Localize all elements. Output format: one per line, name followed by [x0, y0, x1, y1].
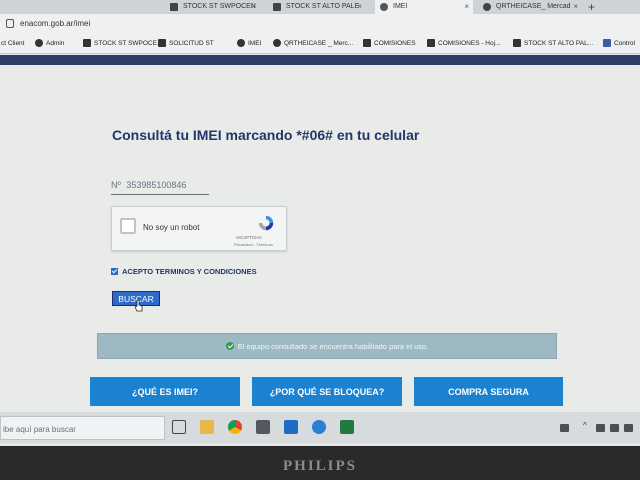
- hand-cursor-icon: [135, 300, 143, 312]
- close-icon[interactable]: ×: [573, 2, 578, 11]
- network-icon[interactable]: [596, 424, 605, 432]
- browser-tab-strip: STOCK ST SWPOCEN × STOCK ST ALTO PALE × …: [0, 0, 640, 14]
- imei-value[interactable]: 353985100846: [126, 180, 186, 190]
- sheets-icon: [513, 39, 521, 47]
- bookmark-comisiones[interactable]: COMISIONES: [363, 39, 416, 47]
- tab-stock-swpocen[interactable]: STOCK ST SWPOCEN ×: [165, 0, 260, 14]
- bookmarks-bar: ct Client Admin STOCK ST SWPOCE... SOLIC…: [0, 34, 640, 54]
- page-title: Consultá tu IMEI marcando *#06# en tu ce…: [112, 127, 420, 143]
- excel-icon[interactable]: [340, 420, 354, 434]
- safe-purchase-button[interactable]: COMPRA SEGURA: [414, 377, 563, 406]
- site-header-band: [0, 55, 640, 65]
- windows-taskbar: ibe aquí para buscar ^: [0, 412, 640, 443]
- url-text[interactable]: enacom.gob.ar/imei: [20, 19, 90, 28]
- file-explorer-icon[interactable]: [200, 420, 214, 434]
- sheets-icon: [170, 3, 178, 11]
- tab-qrtheicase[interactable]: QRTHEICASE_ Mercad ×: [478, 0, 582, 14]
- bookmark-stock-swpoce[interactable]: STOCK ST SWPOCE...: [83, 39, 162, 47]
- bookmark-admin[interactable]: Admin: [35, 39, 64, 47]
- monitor-brand-logo: PHILIPS: [282, 458, 357, 474]
- bookmark-qrtheicase[interactable]: QRTHEICASE _ Merc...: [273, 39, 353, 47]
- bookmark-control[interactable]: Control: [603, 39, 635, 47]
- chevron-up-icon[interactable]: ^: [583, 421, 592, 430]
- recaptcha-widget: No soy un robot reCAPTCHA Privacidad - T…: [111, 206, 287, 251]
- status-text: El equipo consultado se encuentra habili…: [237, 341, 429, 351]
- task-view-icon[interactable]: [172, 420, 186, 434]
- recaptcha-brand: reCAPTCHA: [236, 235, 262, 240]
- address-bar[interactable]: enacom.gob.ar/imei: [0, 14, 640, 34]
- volume-icon[interactable]: [610, 424, 619, 432]
- why-blocked-button[interactable]: ¿POR QUÉ SE BLOQUEA?: [252, 377, 402, 406]
- sheets-icon: [158, 39, 166, 47]
- sheets-icon: [427, 39, 435, 47]
- bookmark-client[interactable]: ct Client: [0, 40, 24, 47]
- bookmark-stock-alto-pal[interactable]: STOCK ST ALTO PAL...: [513, 39, 593, 47]
- imei-prefix: Nº: [111, 180, 121, 190]
- globe-icon: [237, 39, 245, 47]
- taskbar-search-input[interactable]: ibe aquí para buscar: [0, 416, 165, 440]
- calculator-icon[interactable]: [256, 420, 270, 434]
- globe-icon: [35, 39, 43, 47]
- close-icon[interactable]: ×: [357, 2, 362, 11]
- mercadolibre-icon: [483, 3, 491, 11]
- close-icon[interactable]: ×: [251, 2, 256, 11]
- terms-checkbox[interactable]: [111, 268, 118, 275]
- bookmark-imei[interactable]: IMEI: [237, 39, 261, 47]
- check-circle-icon: [225, 342, 234, 350]
- site-icon: [380, 3, 388, 11]
- tab-stock-alto-pale[interactable]: STOCK ST ALTO PALE ×: [268, 0, 366, 14]
- clock-icon[interactable]: [284, 420, 298, 434]
- close-icon[interactable]: ×: [464, 2, 469, 11]
- terms-checkbox-row[interactable]: ACEPTO TERMINOS Y CONDICIONES: [111, 267, 257, 276]
- imei-input[interactable]: Nº 353985100846: [111, 180, 209, 195]
- lock-icon[interactable]: [6, 19, 14, 28]
- keyboard-icon[interactable]: [560, 424, 569, 432]
- mercadolibre-icon: [273, 39, 281, 47]
- page-content: Consultá tu IMEI marcando *#06# en tu ce…: [0, 55, 640, 412]
- recaptcha-logo-icon: [258, 215, 274, 231]
- sheets-icon: [363, 39, 371, 47]
- recaptcha-label: No soy un robot: [143, 223, 200, 232]
- sheets-icon: [273, 3, 281, 11]
- what-is-imei-button[interactable]: ¿QUÉ ES IMEI?: [90, 377, 240, 406]
- new-tab-button[interactable]: +: [588, 0, 595, 14]
- recaptcha-checkbox[interactable]: [120, 218, 136, 234]
- terms-label: ACEPTO TERMINOS Y CONDICIONES: [122, 267, 257, 276]
- status-message: El equipo consultado se encuentra habili…: [97, 333, 557, 359]
- monitor-screen: STOCK ST SWPOCEN × STOCK ST ALTO PALE × …: [0, 0, 640, 446]
- bookmark-solicitud[interactable]: SOLICITUD ST: [158, 39, 214, 47]
- bookmark-comisiones-hoja[interactable]: COMISIONES - Hoj...: [427, 39, 500, 47]
- battery-icon[interactable]: [624, 424, 633, 432]
- chrome-icon[interactable]: [228, 420, 242, 434]
- tab-imei[interactable]: IMEI ×: [375, 0, 473, 14]
- sheets-icon: [83, 39, 91, 47]
- app-icon: [603, 39, 611, 47]
- edge-icon[interactable]: [312, 420, 326, 434]
- recaptcha-links[interactable]: Privacidad - Términos: [234, 242, 273, 247]
